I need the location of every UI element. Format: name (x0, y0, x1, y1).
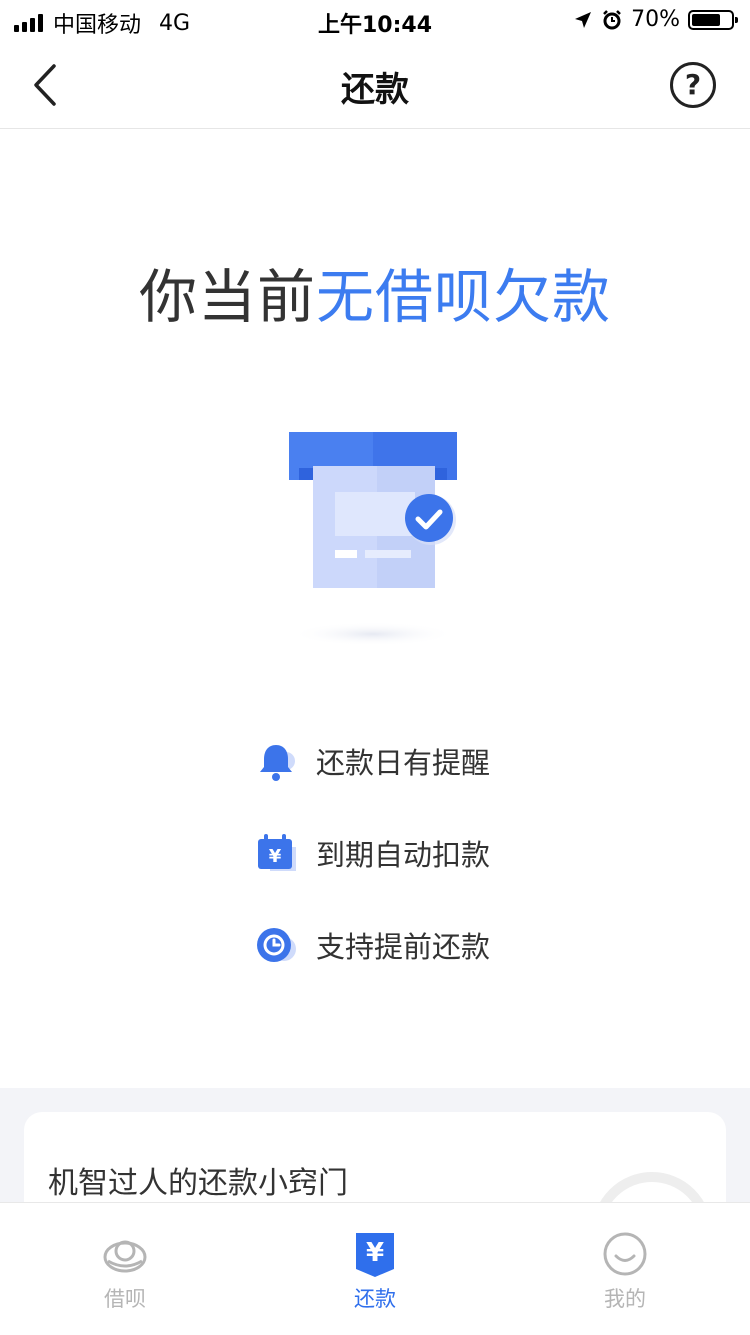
smiley-icon (602, 1231, 648, 1277)
clock-icon (254, 923, 298, 967)
receipt-check-illustration (289, 432, 457, 646)
tab-mine[interactable]: 我的 (500, 1203, 750, 1335)
tab-label: 借呗 (104, 1287, 146, 1311)
page-title: 还款 (341, 70, 409, 110)
feature-label: 到期自动扣款 (316, 838, 491, 872)
svg-text:¥: ¥ (269, 846, 282, 867)
status-headline: 你当前无借呗欠款 (0, 250, 750, 334)
tab-repay[interactable]: ¥ 还款 (250, 1203, 500, 1335)
bell-icon (254, 739, 298, 783)
alarm-icon (603, 9, 621, 29)
nav-bar: 还款 ? (0, 42, 750, 129)
headline-highlight: 无借呗欠款 (316, 263, 612, 331)
location-arrow-icon (575, 11, 592, 28)
feature-label: 支持提前还款 (316, 930, 491, 964)
tips-card-title: 机智过人的还款小窍门 (48, 1166, 348, 1201)
battery-percent: 70% (631, 7, 680, 32)
status-bar: 中国移动 4G 上午10:44 70% (0, 0, 750, 42)
status-right: 70% (573, 7, 738, 32)
feature-label: 还款日有提醒 (316, 746, 491, 780)
help-button[interactable]: ? (670, 62, 716, 108)
tab-label: 还款 (354, 1287, 396, 1311)
headline-prefix: 你当前 (138, 263, 316, 331)
calendar-yuan-icon: ¥ (254, 831, 298, 875)
tab-jiebei[interactable]: 借呗 (0, 1203, 250, 1335)
battery-icon (688, 9, 738, 30)
feature-item: 支持提前还款 (254, 919, 490, 971)
svg-text:¥: ¥ (366, 1238, 384, 1268)
feature-list: 还款日有提醒 ¥ 到期自动扣款 支持提前还款 (254, 735, 490, 1011)
repay-yuan-icon: ¥ (352, 1231, 398, 1277)
tab-label: 我的 (604, 1287, 646, 1311)
repaid-illustration (275, 420, 475, 660)
feature-item: ¥ 到期自动扣款 (254, 827, 490, 879)
feature-item: 还款日有提醒 (254, 735, 490, 787)
jiebei-icon (102, 1231, 148, 1277)
tab-bar: 借呗 ¥ 还款 我的 (0, 1202, 750, 1335)
